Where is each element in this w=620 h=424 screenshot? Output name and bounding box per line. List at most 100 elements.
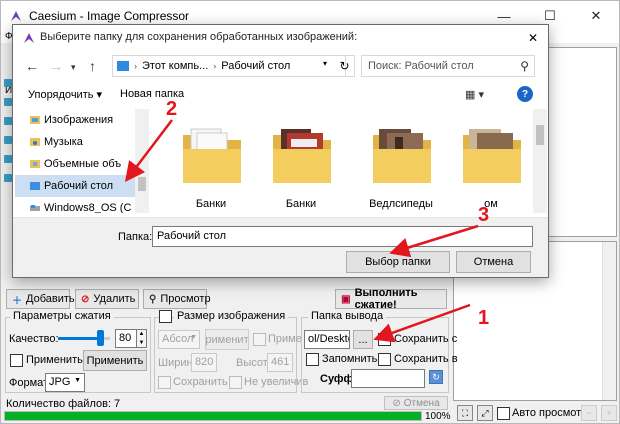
progress-bar [4, 411, 422, 421]
no-enlarge-checkbox[interactable] [229, 376, 242, 389]
refresh-button[interactable]: ↻ [335, 55, 355, 77]
resize-mode-select[interactable]: Абсол ▼ [158, 330, 200, 349]
close-button[interactable]: ✕ [573, 1, 619, 31]
apply-button[interactable]: Применить [83, 350, 147, 371]
quality-input[interactable]: 80 [115, 329, 137, 348]
search-input[interactable]: Поиск: Рабочий стол ⚲ [361, 55, 535, 77]
compress-button[interactable]: ▣ Выполнить сжатие! [335, 287, 447, 311]
folder-item[interactable]: Банки [171, 115, 251, 211]
preview-scrollbar[interactable] [602, 242, 616, 400]
width-label: Ширин [158, 357, 193, 369]
drive-icon [30, 205, 40, 211]
minimize-icon: — [497, 8, 511, 24]
suffix-input[interactable] [351, 369, 425, 388]
files-count: Количество файлов: 7 [6, 398, 121, 410]
magnifier-icon: ⚲ [149, 293, 157, 305]
quality-spinner[interactable]: ▲ ▼ [137, 329, 147, 348]
quality-slider[interactable] [58, 330, 110, 346]
forward-arrow-icon[interactable]: → [49, 58, 63, 74]
slider-fill [58, 337, 100, 340]
stop-icon: ⊘ [392, 397, 401, 409]
address-bar[interactable]: › Этот компь... › Рабочий стол [112, 55, 346, 77]
cancel-compression-button[interactable]: ⊘ Отмена [384, 396, 448, 410]
save-in-label: Сохранить в [394, 353, 458, 365]
breadcrumb-desktop[interactable]: Рабочий стол [221, 60, 290, 72]
annotation-number-3: 3 [478, 204, 490, 226]
keep-structure-label: Сохранить с [394, 333, 458, 345]
resize-apply-button[interactable]: рименит [205, 329, 249, 350]
dialog-cancel-button[interactable]: Отмена [456, 251, 531, 273]
auto-preview-label: Авто просмотр [512, 407, 588, 419]
image-icon [4, 155, 12, 163]
folder-label: Папка: [118, 231, 153, 243]
zoom-out-icon[interactable]: − [581, 405, 597, 421]
folder-item[interactable]: Ведлсипеды [361, 115, 441, 211]
resize-apply-checkbox[interactable] [253, 333, 266, 346]
computer-icon [117, 61, 129, 71]
apply-all-checkbox[interactable] [10, 354, 23, 367]
address-dropdown-icon[interactable]: ▾ [323, 59, 327, 68]
browse-button[interactable]: ... [353, 330, 373, 349]
height-input[interactable]: 461 [267, 353, 293, 372]
folder-item[interactable]: ом [451, 115, 531, 211]
chevron-down-icon: ▼ [74, 377, 81, 384]
output-path-input[interactable]: ol/Desktop [304, 330, 350, 349]
folder-icon [183, 128, 241, 183]
organize-menu[interactable]: Упорядочить ▾ [28, 88, 102, 101]
keep-structure-checkbox[interactable] [378, 333, 391, 346]
image-icon [4, 174, 12, 182]
refresh-suffix-icon[interactable]: ↻ [429, 370, 443, 384]
folder-name: Банки [195, 198, 227, 210]
breadcrumb-separator-icon: › [134, 61, 137, 71]
zoom-in-icon[interactable]: + [601, 405, 617, 421]
window-title: Caesium - Image Compressor [29, 9, 190, 23]
annotation-number-1: 1 [478, 307, 490, 329]
select-folder-button[interactable]: Выбор папки [346, 251, 450, 273]
nav-item-pictures[interactable]: Изображения [15, 109, 149, 131]
scrollbar-thumb[interactable] [536, 125, 544, 145]
folder-icon [273, 129, 331, 183]
back-arrow-icon[interactable]: ← [25, 58, 39, 74]
no-enlarge-label: Не увеличив [244, 376, 309, 388]
add-button[interactable]: ＋ Добавить [6, 289, 75, 309]
dialog-footer: Папка: Рабочий стол Выбор папки Отмена [13, 217, 548, 277]
folder-picker-dialog: Выберите папку для сохранения обработанн… [12, 24, 549, 278]
preview-button[interactable]: ⚲ Просмотр [143, 289, 211, 309]
refresh-icon: ↻ [339, 59, 350, 73]
save-in-checkbox[interactable] [378, 353, 391, 366]
image-icon [4, 98, 12, 106]
scrollbar-thumb[interactable] [138, 177, 146, 191]
up-arrow-icon[interactable]: ↑ [89, 58, 96, 74]
help-icon[interactable]: ? [517, 86, 533, 102]
folder-name: Ведлсипеды [369, 198, 433, 210]
folder-icon [463, 129, 521, 183]
zoom-fit-icon[interactable]: ⛶ [457, 405, 473, 421]
content-scrollbar[interactable] [533, 109, 547, 213]
folder-item[interactable]: Банки [261, 115, 341, 211]
slider-thumb[interactable] [96, 330, 104, 346]
fullscreen-icon[interactable]: ⤢ [477, 405, 493, 421]
navigation-scrollbar[interactable] [135, 109, 149, 213]
resize-apply-label: Приме [268, 333, 302, 345]
folder-icon [373, 129, 431, 183]
resize-checkbox[interactable] [159, 310, 172, 323]
folder-name-input[interactable]: Рабочий стол [152, 226, 533, 247]
nav-item-drive-c[interactable]: Windows8_OS (C [15, 197, 149, 213]
breadcrumb-this-pc[interactable]: Этот компь... [142, 60, 208, 72]
auto-preview-checkbox[interactable] [497, 407, 510, 420]
image-icon [4, 79, 12, 87]
nav-item-desktop[interactable]: Рабочий стол [15, 175, 149, 197]
view-options-icon[interactable]: ▦ ▾ [465, 88, 484, 101]
remove-button[interactable]: ⊘ Удалить [75, 289, 139, 309]
nav-item-3d-objects[interactable]: Объемные объ [15, 153, 149, 175]
dialog-close-button[interactable]: ✕ [518, 25, 548, 51]
format-select[interactable]: JPG ▼ [45, 373, 85, 392]
keep-ratio-checkbox[interactable] [158, 376, 171, 389]
nav-item-music[interactable]: Музыка [15, 131, 149, 153]
dialog-titlebar: Выберите папку для сохранения обработанн… [13, 25, 548, 51]
width-input[interactable]: 820 [191, 353, 217, 372]
recent-chevron-icon[interactable]: ▾ [71, 62, 76, 73]
search-icon: ⚲ [520, 59, 529, 73]
resize-group-title: Размер изображения [174, 310, 289, 322]
remember-checkbox[interactable] [306, 353, 319, 366]
